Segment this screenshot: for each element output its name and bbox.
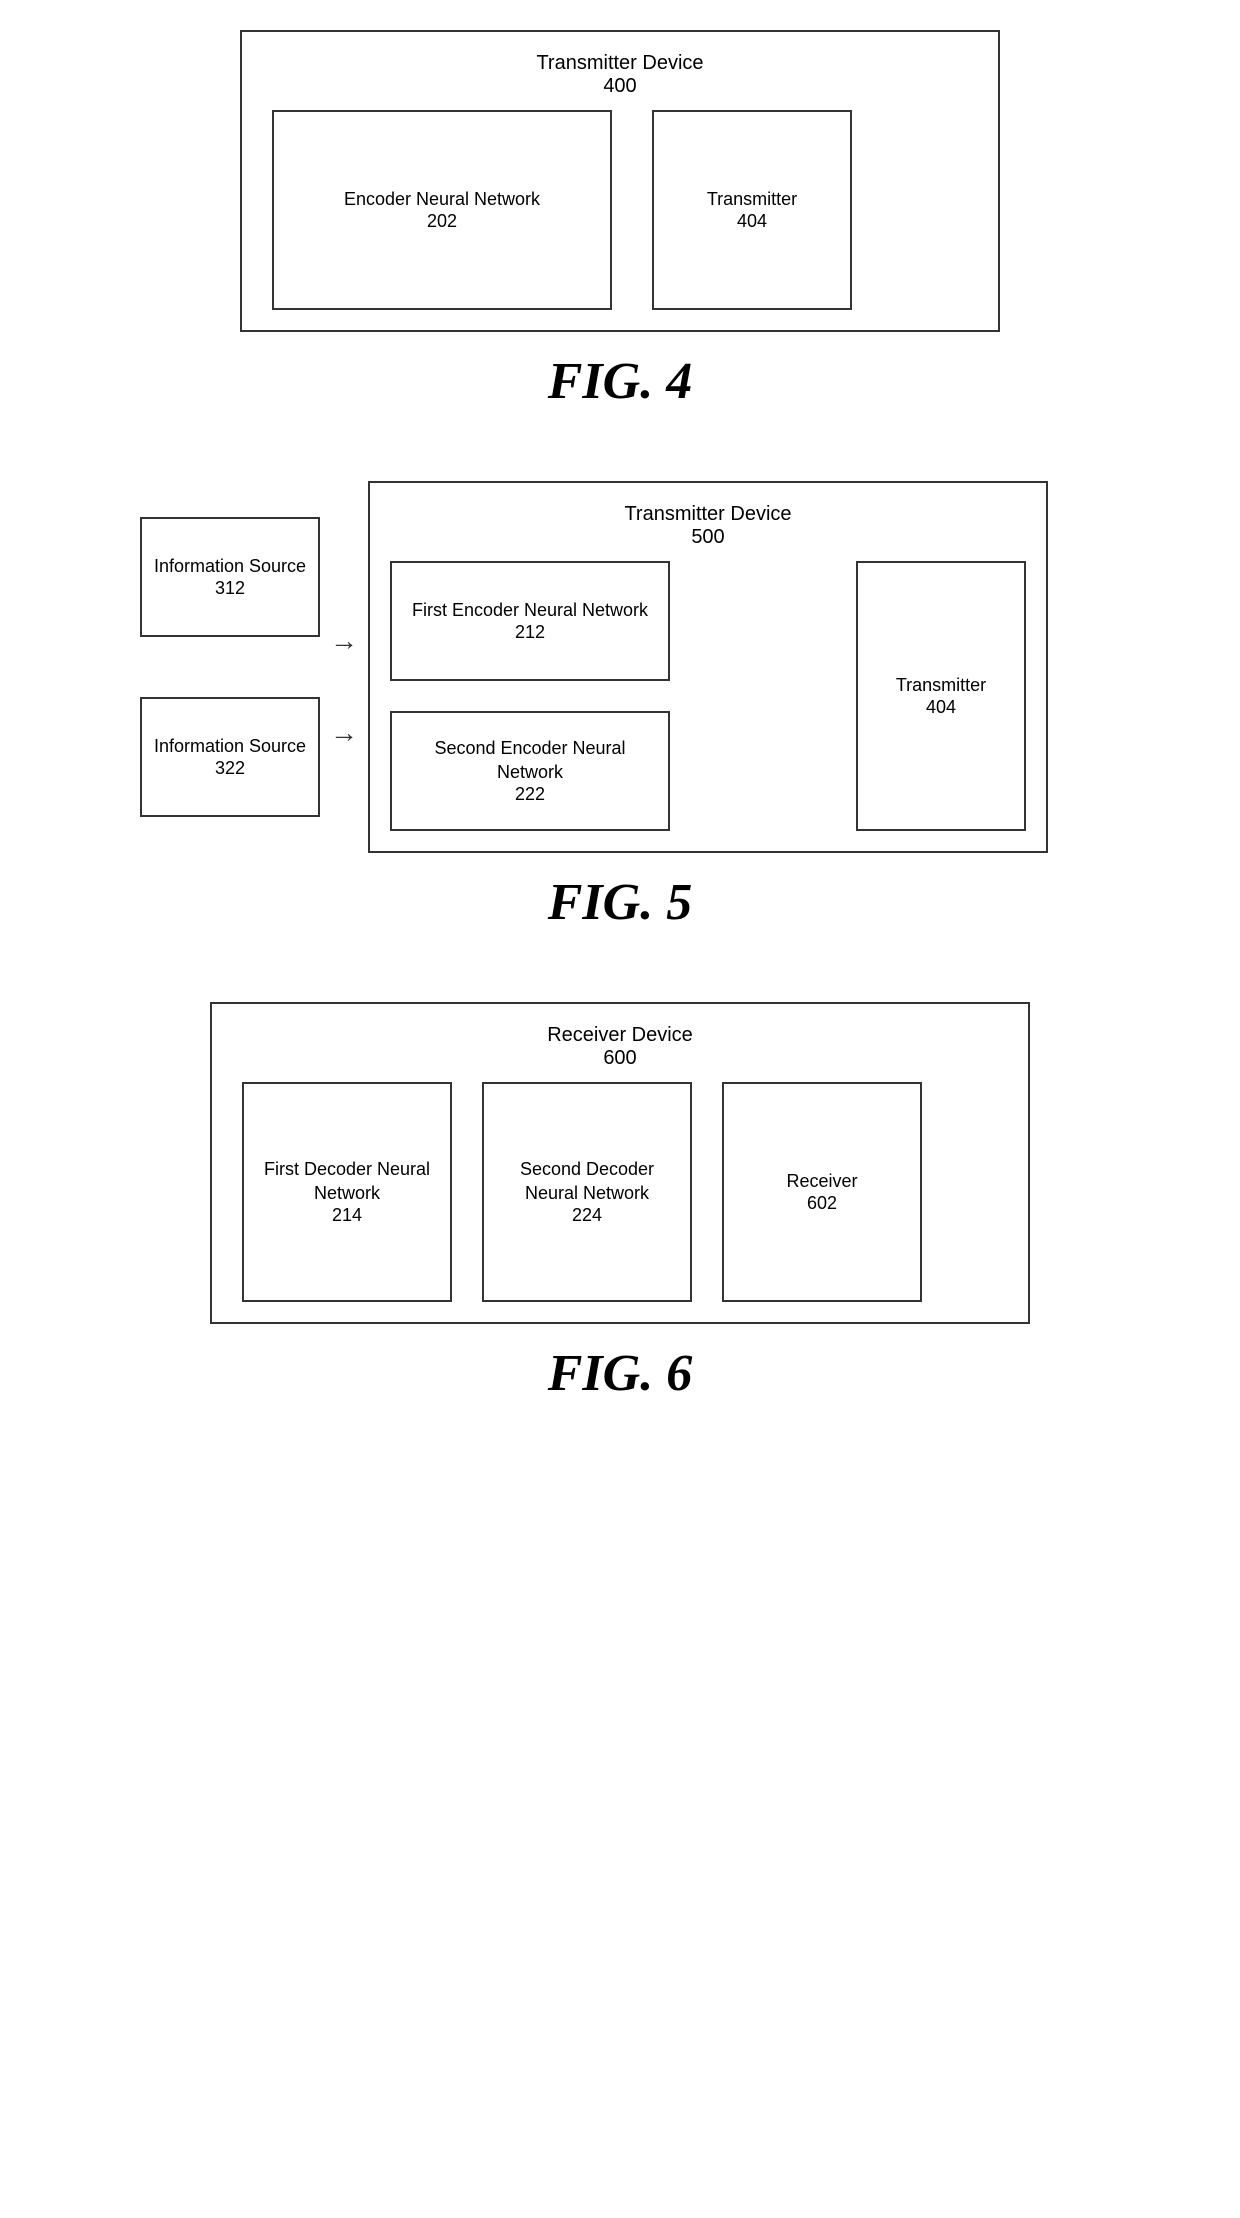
fig5-transmitter-number: 500 [390, 526, 1026, 549]
fig5-section: Information Source 312 Information Sourc… [60, 481, 1180, 962]
fig5-arrow2: → [330, 717, 358, 749]
fig5-source1-box: Information Source 312 [140, 517, 320, 637]
fig4-encoder-box: Encoder Neural Network 202 [272, 110, 612, 310]
fig5-encoder2-box: Second Encoder Neural Network 222 [390, 711, 670, 831]
fig6-receiver-label: Receiver [786, 1170, 857, 1193]
fig4-encoder-label: Encoder Neural Network [344, 188, 540, 211]
fig5-source2-label: Information Source [154, 735, 306, 758]
fig5-label: FIG. 5 [548, 873, 692, 932]
fig4-label: FIG. 4 [548, 352, 692, 411]
fig6-decoder1-box: First Decoder Neural Network 214 [242, 1082, 452, 1302]
fig4-transmitter-title: Transmitter Device [262, 52, 978, 75]
fig6-decoder2-box: Second Decoder Neural Network 224 [482, 1082, 692, 1302]
fig6-outer-box: Receiver Device 600 First Decoder Neural… [210, 1002, 1030, 1324]
fig4-transmitter-number-inner: 404 [737, 211, 767, 232]
fig6-receiver-number-inner: 602 [807, 1193, 837, 1214]
fig5-encoder1-label: First Encoder Neural Network [412, 599, 648, 622]
fig6-outer-header: Receiver Device 600 [232, 1024, 1008, 1070]
fig6-section: Receiver Device 600 First Decoder Neural… [60, 1002, 1180, 1433]
fig5-encoder2-label: Second Encoder Neural Network [402, 737, 658, 784]
fig5-inner-row: First Encoder Neural Network 212 Second … [390, 561, 1026, 831]
fig4-section: Transmitter Device 400 Encoder Neural Ne… [60, 30, 1180, 441]
fig6-receiver-title: Receiver Device [232, 1024, 1008, 1047]
fig5-source2-box: Information Source 322 [140, 697, 320, 817]
fig5-transmitter-number-inner: 404 [926, 697, 956, 718]
fig6-decoder2-label: Second Decoder Neural Network [494, 1158, 680, 1205]
fig4-transmitter-number: 400 [262, 75, 978, 98]
fig4-transmitter-box: Transmitter 404 [652, 110, 852, 310]
fig5-source2-number: 322 [215, 758, 245, 779]
fig6-decoder1-label: First Decoder Neural Network [254, 1158, 440, 1205]
fig5-transmitter-box: Transmitter 404 [856, 561, 1026, 831]
fig5-transmitter-label: Transmitter [896, 674, 986, 697]
fig5-outer-header: Transmitter Device 500 [390, 503, 1026, 549]
fig5-encoder1-number: 212 [515, 622, 545, 643]
fig6-receiver-box: Receiver 602 [722, 1082, 922, 1302]
fig4-transmitter-label: Transmitter [707, 188, 797, 211]
fig5-arrow1: → [330, 625, 358, 657]
fig6-decoder1-number: 214 [332, 1205, 362, 1226]
fig4-outer-box: Transmitter Device 400 Encoder Neural Ne… [240, 30, 1000, 332]
fig5-source1-number: 312 [215, 578, 245, 599]
fig5-transmitter-title: Transmitter Device [390, 503, 1026, 526]
fig6-label: FIG. 6 [548, 1344, 692, 1403]
fig5-container: Information Source 312 Information Sourc… [140, 481, 1100, 853]
fig5-encoder2-number: 222 [515, 784, 545, 805]
fig6-decoder2-number: 224 [572, 1205, 602, 1226]
fig4-encoder-number: 202 [427, 211, 457, 232]
fig5-source1-label: Information Source [154, 555, 306, 578]
fig5-outer-box: Transmitter Device 500 First Encoder Neu… [368, 481, 1048, 853]
fig5-sources: Information Source 312 Information Sourc… [140, 517, 320, 817]
fig5-encoders: First Encoder Neural Network 212 Second … [390, 561, 836, 831]
fig6-inner-row: First Decoder Neural Network 214 Second … [232, 1082, 1008, 1302]
fig5-arrows: → → [320, 625, 368, 749]
fig5-encoder1-box: First Encoder Neural Network 212 [390, 561, 670, 681]
fig4-outer-header: Transmitter Device 400 [262, 52, 978, 98]
fig4-inner-row: Encoder Neural Network 202 Transmitter 4… [262, 110, 978, 310]
fig6-receiver-number: 600 [232, 1047, 1008, 1070]
